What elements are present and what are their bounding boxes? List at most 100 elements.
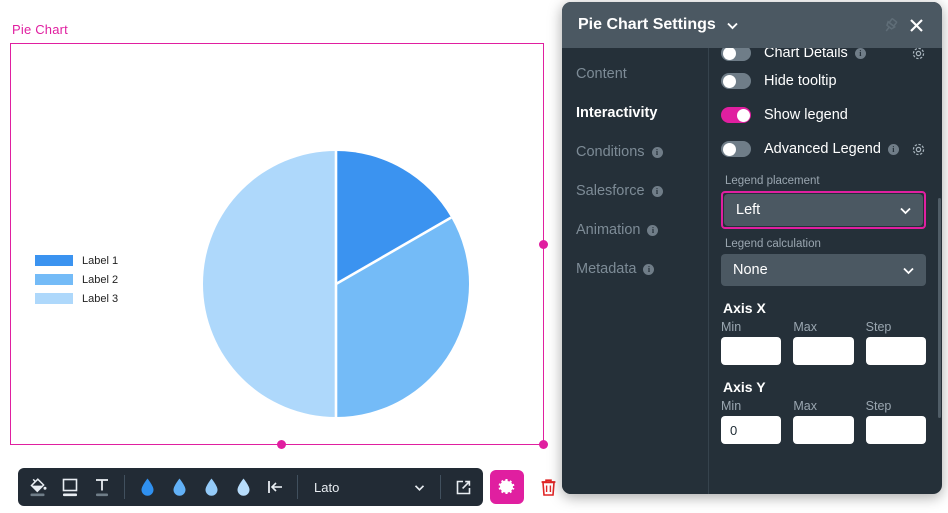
delete-button[interactable] [531, 470, 565, 504]
chart-title-label: Pie Chart [12, 22, 68, 37]
pin-icon[interactable] [877, 12, 903, 38]
info-icon[interactable]: i [888, 144, 899, 155]
pie-chart[interactable] [201, 149, 471, 419]
resize-handle-right[interactable] [539, 240, 548, 249]
toggle-show-legend[interactable] [721, 107, 751, 123]
axis-y-min: Min 0 [721, 399, 781, 444]
panel-content: Chart Details i Hide tooltip [709, 48, 942, 494]
pie-chart-settings-panel: Pie Chart Settings [562, 2, 942, 494]
legend-calculation-value: None [733, 262, 768, 278]
info-icon[interactable]: i [652, 186, 663, 197]
axis-x-min: Min [721, 320, 781, 365]
panel-nav: Content Interactivity Conditions i Sales… [562, 48, 709, 494]
paint-bucket-icon[interactable] [22, 471, 54, 503]
axis-y-title: Axis Y [723, 379, 926, 395]
border-box-icon[interactable] [54, 471, 86, 503]
legend-swatch-2 [35, 274, 73, 285]
nav-item-conditions[interactable]: Conditions i [576, 140, 708, 164]
nav-item-label: Metadata [576, 261, 636, 277]
axis-y-step-input[interactable] [866, 416, 926, 444]
legend-placement-label: Legend placement [725, 175, 926, 187]
legend-placement-value: Left [736, 202, 760, 218]
axis-y-max: Max [793, 399, 853, 444]
opacity-drop-50-icon[interactable] [195, 471, 227, 503]
panel-body: Content Interactivity Conditions i Sales… [562, 48, 942, 494]
axis-x-min-input[interactable] [721, 337, 781, 365]
nav-item-salesforce[interactable]: Salesforce i [576, 179, 708, 203]
opacity-drop-75-icon[interactable] [163, 471, 195, 503]
axis-x-max-label: Max [793, 320, 853, 334]
pie-chart-svg [201, 149, 471, 419]
settings-gear-button[interactable] [490, 470, 524, 504]
axis-x-max: Max [793, 320, 853, 365]
toolbar-divider-1 [124, 475, 125, 499]
axis-y-min-input[interactable]: 0 [721, 416, 781, 444]
nav-item-label: Animation [576, 222, 640, 238]
nav-item-label: Salesforce [576, 183, 645, 199]
chart-selection-frame[interactable]: Label 1 Label 2 Label 3 [10, 43, 544, 445]
nav-item-metadata[interactable]: Metadata i [576, 257, 708, 281]
toggle-row-show-legend[interactable]: Show legend [721, 98, 926, 132]
nav-item-label: Conditions [576, 144, 645, 160]
opacity-drop-25-icon[interactable] [227, 471, 259, 503]
external-link-icon[interactable] [447, 471, 479, 503]
panel-scrollbar[interactable] [938, 198, 941, 418]
axis-x-step: Step [866, 320, 926, 365]
trash-icon [539, 477, 558, 497]
toggle-row-chart-details[interactable]: Chart Details i [721, 48, 926, 64]
info-icon[interactable]: i [652, 147, 663, 158]
nav-item-label: Interactivity [576, 105, 657, 121]
align-left-icon[interactable] [259, 471, 291, 503]
nav-item-interactivity[interactable]: Interactivity [576, 101, 708, 125]
toggle-chart-details[interactable] [721, 48, 751, 61]
info-icon[interactable]: i [643, 264, 654, 275]
info-icon[interactable]: i [647, 225, 658, 236]
toggle-row-hide-tooltip[interactable]: Hide tooltip [721, 64, 926, 98]
axis-x-step-label: Step [866, 320, 926, 334]
axis-y-max-label: Max [793, 399, 853, 413]
opacity-drop-100-icon[interactable] [131, 471, 163, 503]
resize-handle-bottom-right[interactable] [539, 440, 548, 449]
pie-slice-3[interactable] [203, 151, 336, 417]
legend-item[interactable]: Label 1 [35, 254, 118, 267]
gear-icon [497, 477, 517, 497]
axis-y-step: Step [866, 399, 926, 444]
chart-canvas-area: Pie Chart [0, 0, 560, 460]
toolbar-main-group: Lato [18, 468, 483, 506]
toolbar-divider-3 [440, 475, 441, 499]
advanced-legend-gear-icon[interactable] [911, 142, 926, 157]
nav-item-animation[interactable]: Animation i [576, 218, 708, 242]
toggle-advanced-legend[interactable] [721, 141, 751, 157]
chevron-down-icon[interactable] [725, 18, 740, 33]
axis-x-step-input[interactable] [866, 337, 926, 365]
nav-item-content[interactable]: Content [576, 62, 708, 86]
panel-header: Pie Chart Settings [562, 2, 942, 48]
toggle-hide-tooltip[interactable] [721, 73, 751, 89]
axis-x-title: Axis X [723, 300, 926, 316]
toggle-row-advanced-legend[interactable]: Advanced Legend i [721, 132, 926, 166]
toggle-label: Hide tooltip [764, 73, 837, 89]
toggle-label: Show legend [764, 107, 848, 123]
legend-swatch-3 [35, 293, 73, 304]
app-root: Pie Chart [0, 0, 948, 513]
resize-handle-bottom[interactable] [277, 440, 286, 449]
chart-details-gear-icon[interactable] [911, 48, 926, 61]
axis-x-max-input[interactable] [793, 337, 853, 365]
legend-item[interactable]: Label 2 [35, 273, 118, 286]
toolbar-divider-2 [297, 475, 298, 499]
axis-y-max-input[interactable] [793, 416, 853, 444]
axis-y-step-label: Step [866, 399, 926, 413]
axis-y-fields: Min 0 Max Step [721, 399, 926, 444]
text-color-icon[interactable] [86, 471, 118, 503]
legend-label-2: Label 2 [82, 274, 118, 286]
legend-item[interactable]: Label 3 [35, 292, 118, 305]
format-toolbar[interactable]: Lato [18, 468, 565, 506]
legend-calculation-select[interactable]: None [721, 254, 926, 286]
font-family-select[interactable]: Lato [304, 471, 434, 503]
info-icon[interactable]: i [855, 48, 866, 59]
close-icon[interactable] [903, 12, 929, 38]
chart-legend[interactable]: Label 1 Label 2 Label 3 [35, 254, 118, 311]
panel-title: Pie Chart Settings [578, 16, 716, 34]
toggle-label: Advanced Legend [764, 141, 881, 157]
legend-placement-select[interactable]: Left [724, 194, 923, 226]
